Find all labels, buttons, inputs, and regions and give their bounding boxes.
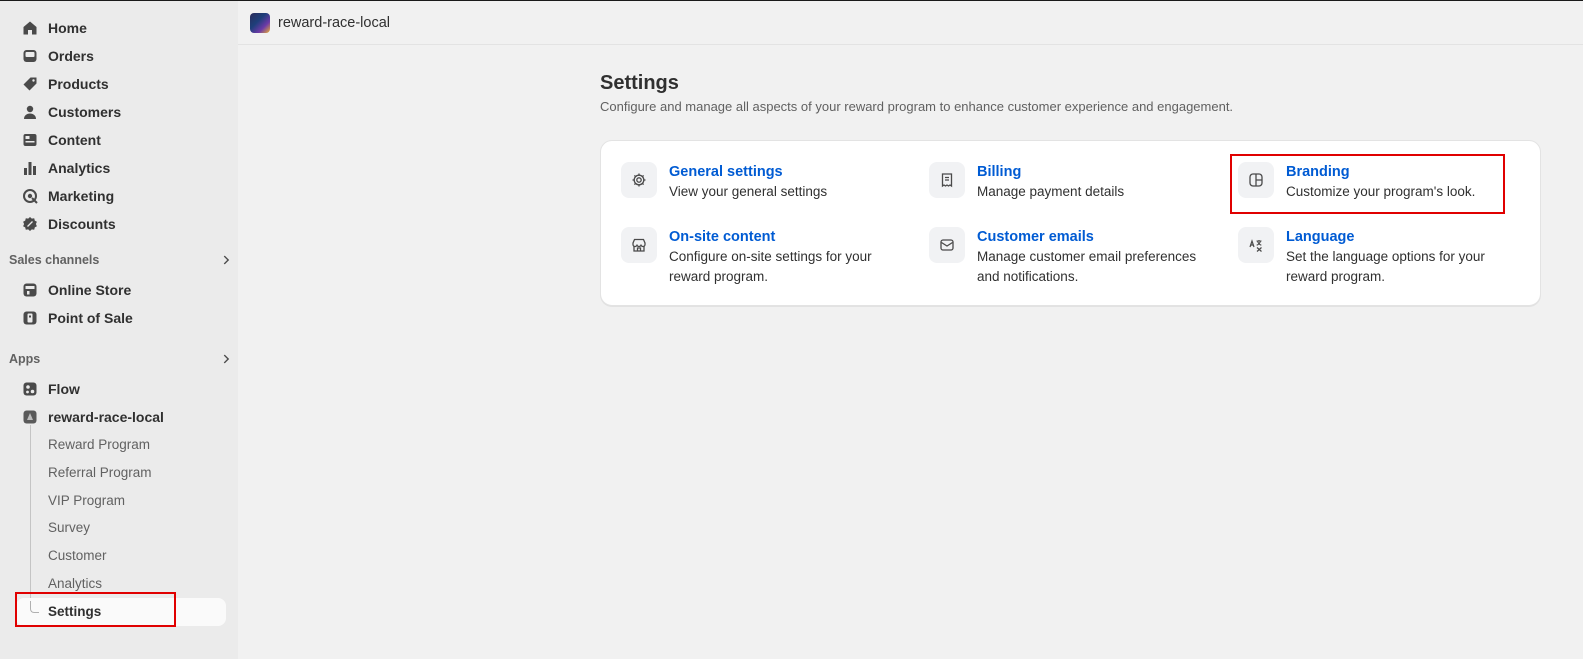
tile-billing-title[interactable]: Billing xyxy=(977,162,1217,182)
nav-discounts-label: Discounts xyxy=(48,216,116,232)
nav-home-label: Home xyxy=(48,20,87,36)
tile-on-site-content-title[interactable]: On-site content xyxy=(669,227,909,247)
nav-content[interactable]: Content xyxy=(16,127,228,153)
sub-item-survey[interactable]: Survey xyxy=(48,515,90,539)
apps-label: Apps xyxy=(9,352,41,366)
nav-customers-label: Customers xyxy=(48,104,122,120)
nav-flow-label: Flow xyxy=(48,381,80,397)
nav-home[interactable]: Home xyxy=(16,15,228,41)
app-icon xyxy=(22,409,38,425)
email-icon xyxy=(929,227,965,263)
nav-orders[interactable]: Orders xyxy=(16,43,228,69)
sub-item-referral-program[interactable]: Referral Program xyxy=(48,460,152,484)
tile-general-settings-title[interactable]: General settings xyxy=(669,162,909,182)
nav-analytics[interactable]: Analytics xyxy=(16,155,228,181)
nav-discounts[interactable]: Discounts xyxy=(16,211,228,237)
app-title: reward-race-local xyxy=(278,14,391,31)
nav-reward-race-local-label: reward-race-local xyxy=(48,409,164,425)
flow-icon xyxy=(22,381,38,397)
store-icon xyxy=(621,227,657,263)
app-top-bar: reward-race-local xyxy=(238,1,1583,45)
nav-customers[interactable]: Customers xyxy=(16,99,228,125)
sub-item-customer[interactable]: Customer xyxy=(48,543,107,567)
nav-point-of-sale-label: Point of Sale xyxy=(48,310,133,326)
nav-point-of-sale[interactable]: Point of Sale xyxy=(16,305,228,331)
nav-flow[interactable]: Flow xyxy=(16,376,228,402)
nav-reward-race-local[interactable]: reward-race-local xyxy=(16,404,228,430)
tile-customer-emails[interactable]: Customer emails Manage customer email pr… xyxy=(929,227,1217,287)
tag-icon xyxy=(22,76,38,92)
tile-language[interactable]: Language Set the language options for yo… xyxy=(1238,227,1526,287)
content-icon xyxy=(22,132,38,148)
pos-icon xyxy=(22,310,38,326)
inbox-icon xyxy=(22,48,38,64)
sales-channels-header[interactable]: Sales channels xyxy=(9,253,230,267)
nav-marketing-label: Marketing xyxy=(48,188,115,204)
page-subtitle: Configure and manage all aspects of your… xyxy=(600,99,1234,114)
nav-marketing[interactable]: Marketing xyxy=(16,183,228,209)
page-title: Settings xyxy=(600,72,679,94)
tile-billing[interactable]: Billing Manage payment details xyxy=(929,162,1217,202)
highlight-box-settings xyxy=(15,592,176,627)
nav-products[interactable]: Products xyxy=(16,71,228,97)
tile-billing-desc: Manage payment details xyxy=(977,184,1125,199)
tile-on-site-content[interactable]: On-site content Configure on-site settin… xyxy=(621,227,909,287)
language-icon xyxy=(1238,227,1274,263)
bar-chart-icon xyxy=(22,160,38,176)
tile-customer-emails-desc: Manage customer email preferences and no… xyxy=(977,249,1197,284)
sub-item-vip-program[interactable]: VIP Program xyxy=(48,488,125,512)
apps-header[interactable]: Apps xyxy=(9,352,230,366)
sidebar: Home Orders Products Customers Content A… xyxy=(0,1,238,659)
tile-general-settings-desc: View your general settings xyxy=(669,184,828,199)
tile-language-title[interactable]: Language xyxy=(1286,227,1526,247)
sales-channels-label: Sales channels xyxy=(9,253,100,267)
person-icon xyxy=(22,104,38,120)
discount-icon xyxy=(22,216,38,232)
tile-language-desc: Set the language options for your reward… xyxy=(1286,249,1485,284)
app-logo xyxy=(250,12,270,33)
nav-orders-label: Orders xyxy=(48,48,94,64)
receipt-icon xyxy=(929,162,965,198)
tile-general-settings[interactable]: General settings View your general setti… xyxy=(621,162,909,202)
nav-analytics-label: Analytics xyxy=(48,160,111,176)
sub-item-reward-program[interactable]: Reward Program xyxy=(48,432,150,456)
target-icon xyxy=(22,188,38,204)
gear-icon xyxy=(621,162,657,198)
tree-line xyxy=(30,425,31,601)
home-icon xyxy=(22,20,38,36)
tile-on-site-content-desc: Configure on-site settings for your rewa… xyxy=(669,249,872,284)
store-icon xyxy=(22,282,38,298)
nav-online-store-label: Online Store xyxy=(48,282,132,298)
chevron-right-icon xyxy=(223,255,230,265)
nav-products-label: Products xyxy=(48,76,109,92)
nav-online-store[interactable]: Online Store xyxy=(16,277,228,303)
tile-customer-emails-title[interactable]: Customer emails xyxy=(977,227,1217,247)
nav-content-label: Content xyxy=(48,132,101,148)
highlight-box-branding xyxy=(1230,154,1505,214)
chevron-right-icon xyxy=(223,354,230,364)
